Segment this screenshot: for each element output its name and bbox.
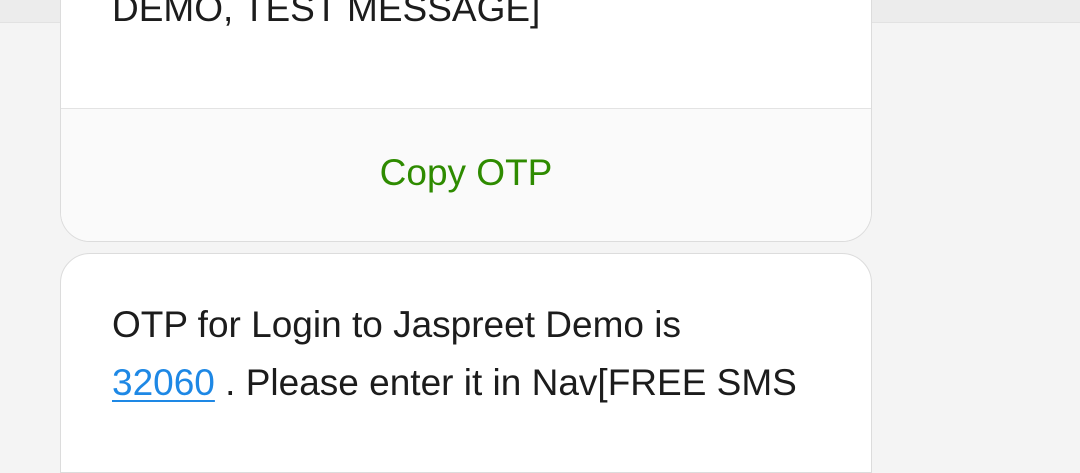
copy-otp-button[interactable]: Copy OTP [61,108,871,241]
message-text: OTP for Login to Jaspreet Demo is 32060 … [112,296,831,412]
copy-otp-label: Copy OTP [379,152,553,193]
otp-code-link[interactable]: 32060 [112,362,215,403]
message-bubble: DEMO, TEST MESSAGE] Copy OTP [60,0,872,242]
message-bubble: OTP for Login to Jaspreet Demo is 32060 … [60,253,872,473]
message-line: OTP for Login to Jaspreet Demo is [112,304,681,345]
message-text: DEMO, TEST MESSAGE] [112,0,541,29]
message-line: . Please enter it in Nav[FREE SMS [214,362,797,403]
